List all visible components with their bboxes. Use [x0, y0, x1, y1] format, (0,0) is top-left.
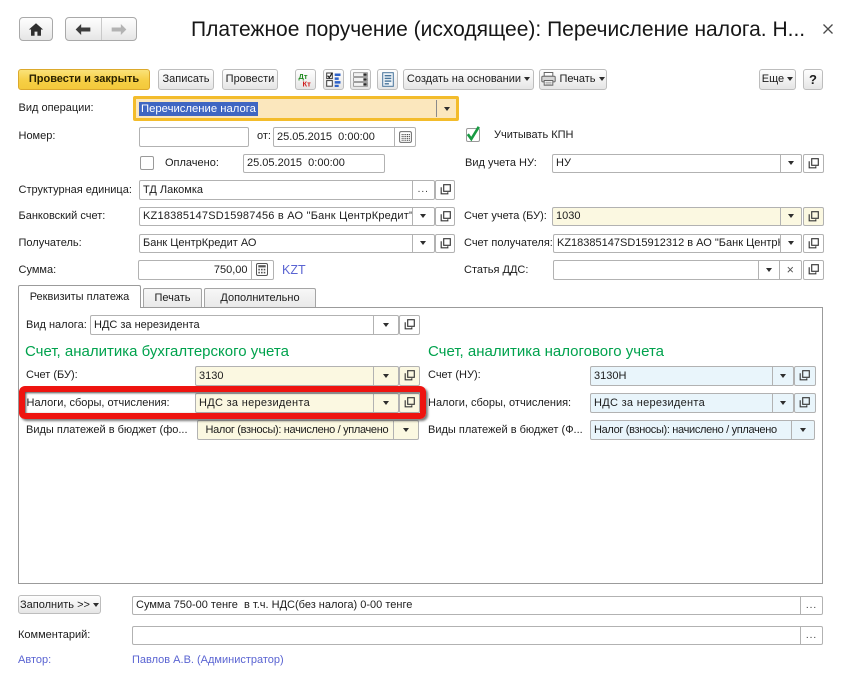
svg-text:Кт: Кт: [303, 79, 312, 87]
